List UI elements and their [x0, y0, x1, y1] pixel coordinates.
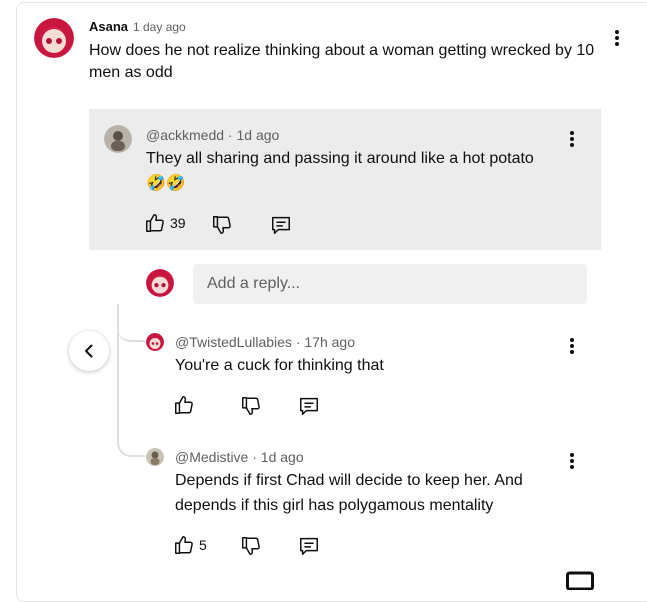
reply-emoji-line: 🤣🤣: [146, 175, 186, 192]
thumbs-down-icon: [242, 397, 260, 415]
reply-text-line: Depends if first Chad will decide to kee…: [175, 472, 523, 489]
reply-time[interactable]: 1d ago: [236, 127, 279, 143]
meta-separator: ·: [295, 334, 301, 350]
comment-icon: [272, 216, 290, 234]
collapse-replies-button[interactable]: [69, 331, 109, 371]
like-count: 39: [170, 215, 186, 231]
thread-connector: [117, 320, 145, 342]
reply-avatar[interactable]: [146, 333, 164, 351]
like-button[interactable]: [173, 392, 199, 418]
thumbs-down-icon: [242, 537, 260, 555]
reply-meta: @Medistive · 1d ago: [175, 449, 304, 465]
like-button[interactable]: 5: [173, 532, 207, 558]
reply-menu-button[interactable]: [560, 334, 584, 358]
reply-text-line: They all sharing and passing it around l…: [146, 150, 534, 167]
comment-menu-button[interactable]: [605, 26, 629, 50]
reply-input[interactable]: [193, 264, 587, 304]
reply-button[interactable]: [298, 393, 320, 419]
meta-separator: ·: [227, 127, 233, 143]
reply-button[interactable]: [270, 212, 292, 238]
chevron-left-icon: [85, 344, 93, 358]
comment-icon: [300, 397, 318, 415]
more-vertical-icon: [570, 131, 574, 147]
author-avatar[interactable]: [34, 18, 74, 58]
thumbs-up-icon: [175, 396, 193, 414]
reply-handle[interactable]: @ackkmedd: [146, 127, 224, 143]
reply-menu-button[interactable]: [560, 449, 584, 473]
reply-text: Depends if first Chad will decide to kee…: [175, 468, 575, 518]
reply-handle[interactable]: @TwistedLullabies: [175, 334, 292, 350]
reply-text-line: depends if this girl has polygamous ment…: [175, 497, 494, 514]
comment-text: How does he not realize thinking about a…: [89, 42, 595, 81]
dislike-button[interactable]: [240, 393, 262, 419]
meta-separator: ·: [252, 449, 257, 465]
reply-text: You're a cuck for thinking that: [175, 357, 384, 374]
comment-icon: [300, 537, 318, 555]
thumbs-up-icon: [146, 214, 164, 232]
reply-avatar[interactable]: [146, 448, 164, 466]
like-button[interactable]: 39: [144, 210, 186, 236]
reply-meta: @ackkmedd · 1d ago: [146, 127, 279, 143]
reply-avatar[interactable]: [104, 125, 132, 153]
more-vertical-icon: [615, 30, 619, 46]
thumbs-down-icon: [213, 216, 231, 234]
comment-time[interactable]: 1 day ago: [133, 20, 186, 34]
reply-button[interactable]: [298, 533, 320, 559]
current-user-avatar: [146, 269, 174, 297]
reply-handle[interactable]: @Medistive: [175, 449, 248, 465]
reply-meta: @TwistedLullabies · 17h ago: [175, 334, 355, 350]
more-vertical-icon: [570, 338, 574, 354]
more-vertical-icon: [570, 453, 574, 469]
dislike-button[interactable]: [240, 533, 262, 559]
author-name[interactable]: Asana: [89, 19, 128, 34]
like-count: 5: [199, 537, 207, 553]
reply-time[interactable]: 17h ago: [304, 334, 355, 350]
dislike-button[interactable]: [211, 212, 233, 238]
thumbs-up-icon: [175, 536, 193, 554]
window-icon[interactable]: [566, 570, 594, 590]
reply-text: They all sharing and passing it around l…: [146, 146, 586, 196]
reply-time[interactable]: 1d ago: [261, 449, 304, 465]
reply-menu-button[interactable]: [560, 127, 584, 151]
